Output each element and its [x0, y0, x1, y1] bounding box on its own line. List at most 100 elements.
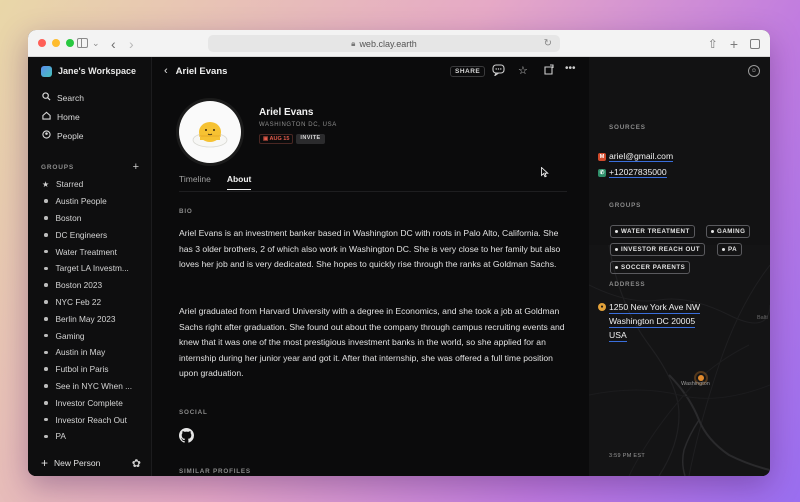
github-icon[interactable] [179, 428, 194, 448]
nav-item-home[interactable]: Home [28, 107, 151, 126]
invite-button[interactable]: INVITE [296, 134, 325, 144]
home-icon [41, 111, 51, 122]
map-place-label: Balti [757, 315, 768, 321]
address-bar[interactable]: 🔒︎ web.clay.earth ↻ [208, 35, 560, 52]
add-group-button[interactable]: + [133, 161, 139, 173]
new-tab-icon[interactable]: + [730, 36, 738, 52]
bullet-icon [44, 333, 48, 338]
window-controls [38, 39, 74, 47]
bullet-icon [44, 249, 48, 254]
profile-name: Ariel Evans [259, 107, 314, 118]
lock-icon: 🔒︎ [351, 38, 356, 48]
star-icon: ★ [42, 179, 50, 189]
tab-timeline[interactable]: Timeline [179, 174, 211, 190]
group-item[interactable]: Austin in May [28, 344, 151, 361]
tab-about[interactable]: About [226, 174, 252, 190]
share-icon[interactable]: ⇧ [708, 37, 718, 51]
minimize-window-button[interactable] [52, 39, 60, 47]
group-item[interactable]: Boston 2023 [28, 277, 151, 294]
group-item[interactable]: Boston [28, 210, 151, 227]
group-item[interactable]: Investor Reach Out [28, 411, 151, 428]
chip-dot-icon [615, 266, 618, 269]
group-chip[interactable]: WATER TREATMENT [610, 225, 695, 238]
phone-source[interactable]: ✆ +12027835000 [598, 167, 667, 178]
gmail-icon: M [598, 152, 606, 161]
address-line[interactable]: 1250 New York Ave NW [609, 302, 701, 314]
zoom-window-button[interactable] [66, 39, 74, 47]
group-chip[interactable]: GAMING [706, 225, 751, 238]
close-window-button[interactable] [38, 39, 46, 47]
groups-title: GROUPS [41, 163, 74, 171]
chevron-down-icon[interactable]: ⌄ [92, 38, 100, 49]
nav-item-search[interactable]: Search [28, 88, 151, 107]
browser-window: ⌄ ‹ › 🔒︎ web.clay.earth ↻ ⇧ + Jane's Wor… [28, 30, 770, 476]
group-list: ★ Starred Austin People Boston DC Enginee… [28, 176, 151, 445]
share-button[interactable]: SHARE [450, 66, 486, 77]
group-item[interactable]: Futbol in Paris [28, 361, 151, 378]
main-content: ‹ Ariel Evans SHARE ☆ ••• Ariel Evans WA… [152, 57, 589, 476]
group-chip[interactable]: SOCCER PARENTS [610, 261, 691, 274]
people-icon [41, 130, 51, 141]
group-label: Water Treatment [55, 246, 117, 257]
birthday-badge[interactable]: ▣ AUG 15 [259, 134, 294, 144]
group-chip[interactable]: PA [717, 243, 743, 256]
address-line[interactable]: USA [609, 330, 627, 342]
group-item[interactable]: ★ Starred [28, 176, 151, 193]
group-item[interactable]: Gaming [28, 327, 151, 344]
tab-overview-icon[interactable] [750, 39, 760, 49]
reload-icon[interactable]: ↻ [544, 38, 552, 49]
address-block[interactable]: ● 1250 New York Ave NW Washington DC 200… [598, 302, 701, 342]
social-label: SOCIAL [179, 409, 208, 416]
location-pin-icon: ● [598, 303, 606, 311]
chip-dot-icon [711, 230, 714, 233]
tabs-divider [179, 191, 567, 192]
nav-item-people[interactable]: People [28, 126, 151, 145]
reminder-icon[interactable] [543, 64, 555, 79]
group-item[interactable]: Austin People [28, 193, 151, 210]
group-item[interactable]: Water Treatment [28, 243, 151, 260]
group-item[interactable]: NYC Feb 22 [28, 294, 151, 311]
bullet-icon [44, 417, 48, 422]
bullet-icon [44, 434, 48, 439]
settings-flower-icon[interactable]: ✿ [132, 457, 141, 470]
group-chip-label: WATER TREATMENT [621, 228, 690, 235]
group-item[interactable]: Berlin May 2023 [28, 310, 151, 327]
group-label: See in NYC When ... [55, 380, 133, 391]
account-avatar-icon[interactable]: ☺ [748, 65, 760, 77]
comment-icon[interactable] [492, 64, 505, 79]
search-icon [41, 92, 51, 103]
sidebar-toggle-icon[interactable] [77, 38, 88, 48]
phone-value[interactable]: +12027835000 [609, 167, 667, 178]
back-chevron-icon[interactable]: ‹ [164, 65, 168, 77]
address-label: ADDRESS [609, 281, 646, 288]
group-item[interactable]: DC Engineers [28, 226, 151, 243]
new-person-button[interactable]: + New Person ✿ [28, 450, 151, 476]
more-options-icon[interactable]: ••• [565, 63, 576, 74]
group-chip[interactable]: INVESTOR REACH OUT [610, 243, 706, 256]
email-value[interactable]: ariel@gmail.com [609, 151, 674, 162]
map-city-label: Washington [681, 381, 710, 387]
group-item[interactable]: Target LA Investm... [28, 260, 151, 277]
workspace-switcher[interactable]: Jane's Workspace [28, 57, 151, 85]
group-label: Futbol in Paris [55, 364, 109, 375]
group-label: DC Engineers [55, 229, 108, 240]
address-bar-url: web.clay.earth [359, 38, 417, 49]
group-label: NYC Feb 22 [55, 296, 102, 307]
group-label: Austin in May [55, 347, 106, 358]
bullet-icon [44, 350, 48, 355]
group-item[interactable]: Investor Complete [28, 394, 151, 411]
group-label: Berlin May 2023 [55, 313, 116, 324]
star-outline-icon[interactable]: ☆ [518, 64, 528, 77]
phone-icon: ✆ [598, 168, 606, 177]
workspace-name: Jane's Workspace [58, 66, 137, 76]
browser-forward-button[interactable]: › [129, 36, 134, 52]
group-item[interactable]: PA [28, 428, 151, 445]
similar-profiles-label: SIMILAR PROFILES [179, 468, 251, 475]
browser-back-button[interactable]: ‹ [111, 36, 116, 52]
bio-paragraph: Ariel graduated from Harvard University … [179, 306, 565, 379]
address-line[interactable]: Washington DC 20005 [609, 316, 696, 328]
group-item[interactable]: See in NYC When ... [28, 378, 151, 395]
groups-label: GROUPS [609, 202, 642, 209]
email-source[interactable]: M ariel@gmail.com [598, 151, 674, 162]
location-map[interactable] [589, 245, 770, 476]
